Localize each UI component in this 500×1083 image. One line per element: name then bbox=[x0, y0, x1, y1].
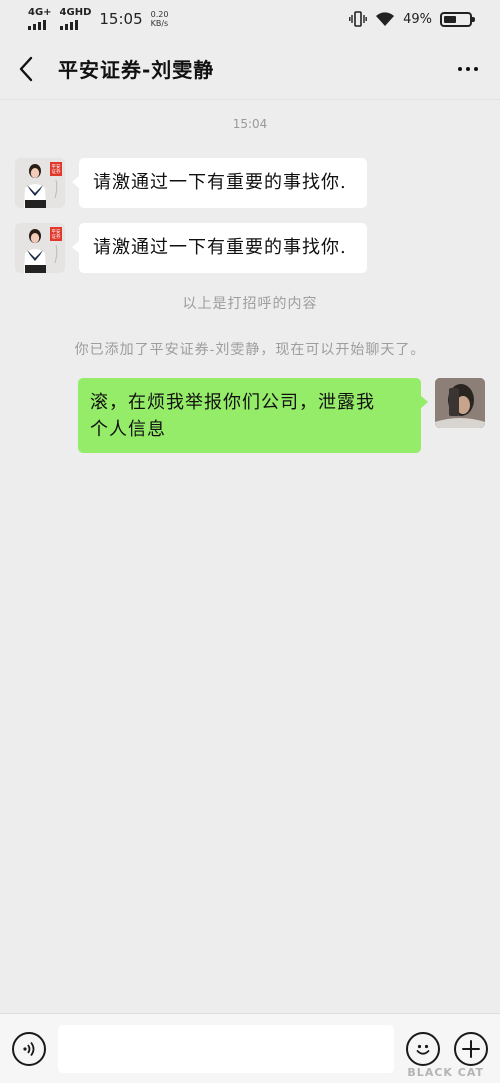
battery-icon bbox=[440, 11, 475, 27]
emoji-icon[interactable] bbox=[406, 1031, 440, 1066]
watermark-text: BLACK CAT bbox=[407, 1066, 484, 1079]
vibrate-icon bbox=[349, 11, 367, 27]
message-bubble-incoming[interactable]: 请激通过一下有重要的事找你. bbox=[72, 223, 367, 273]
plus-icon[interactable] bbox=[454, 1031, 488, 1066]
chat-title: 平安证券-刘雯静 bbox=[58, 58, 215, 82]
message-text-line-2: 个人信息 bbox=[90, 419, 166, 440]
network-label-1: 4G+ bbox=[28, 7, 52, 18]
chat-input-bar: BLACK CAT bbox=[0, 1013, 500, 1083]
wifi-icon bbox=[376, 12, 395, 26]
message-row: 滚，在烦我举报你们公司，泄露我 个人信息 bbox=[78, 378, 485, 453]
contact-avatar[interactable]: 平安 证券 bbox=[15, 158, 65, 208]
status-time: 15:05 bbox=[99, 10, 143, 28]
more-dots-icon[interactable] bbox=[454, 54, 482, 84]
status-right: 49% bbox=[349, 11, 475, 27]
status-left: 4G+ 4GHD 15:05 0.20 KB/s bbox=[28, 8, 168, 30]
network-indicator-2: 4GHD bbox=[59, 7, 92, 30]
contact-avatar[interactable]: 平安 证券 bbox=[15, 223, 65, 273]
message-text-line-1: 滚，在烦我举报你们公司，泄露我 bbox=[90, 392, 375, 413]
signal-icon bbox=[59, 20, 78, 30]
chevron-left-icon[interactable] bbox=[18, 54, 42, 84]
message-text: 请激通过一下有重要的事找你. bbox=[93, 172, 347, 193]
message-row: 平安 证券 请激通过一下有重要的事找你. bbox=[15, 158, 367, 208]
chat-header: 平安证券-刘雯静 bbox=[0, 38, 500, 100]
avatar-badge-text-2: 证券 bbox=[52, 233, 61, 240]
avatar-badge-text-2: 证券 bbox=[52, 168, 61, 175]
battery-percent: 49% bbox=[403, 11, 432, 27]
message-input[interactable] bbox=[58, 1024, 394, 1073]
avatar-badge-text-1: 平安 bbox=[52, 228, 61, 235]
network-label-2: 4GHD bbox=[59, 7, 92, 18]
status-bar: 4G+ 4GHD 15:05 0.20 KB/s 49% bbox=[0, 0, 500, 38]
voice-icon[interactable] bbox=[12, 1031, 46, 1066]
message-text: 请激通过一下有重要的事找你. bbox=[93, 237, 347, 258]
message-row: 平安 证券 请激通过一下有重要的事找你. bbox=[15, 223, 367, 273]
system-message-added: 你已添加了平安证券-刘雯静，现在可以开始聊天了。 bbox=[74, 342, 426, 358]
speed-unit: KB/s bbox=[150, 19, 169, 28]
message-bubble-outgoing[interactable]: 滚，在烦我举报你们公司，泄露我 个人信息 bbox=[78, 378, 428, 453]
signal-icon bbox=[28, 20, 46, 30]
network-speed: 0.20 KB/s bbox=[151, 10, 169, 28]
message-bubble-incoming[interactable]: 请激通过一下有重要的事找你. bbox=[72, 158, 367, 208]
avatar-badge-text-1: 平安 bbox=[52, 163, 61, 170]
speed-value: 0.20 bbox=[150, 10, 169, 19]
system-message-greeting: 以上是打招呼的内容 bbox=[182, 296, 318, 312]
user-avatar[interactable] bbox=[435, 378, 485, 428]
chat-timestamp: 15:04 bbox=[232, 117, 268, 131]
battery-fill bbox=[444, 15, 456, 23]
network-indicator-1: 4G+ bbox=[28, 8, 52, 30]
